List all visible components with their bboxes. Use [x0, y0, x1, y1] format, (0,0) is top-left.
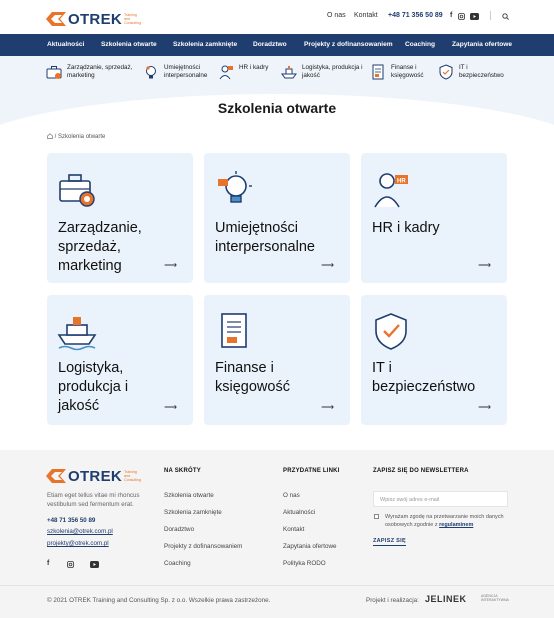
home-icon[interactable] [47, 133, 53, 139]
page-title: Szkolenia otwarte [217, 100, 337, 116]
topnav-phone[interactable]: +48 71 356 50 89 [388, 12, 443, 19]
subnav-item-umiejetnosci[interactable]: Umiejętności interpersonalne [143, 64, 214, 80]
card-title: Finanse i księgowość [215, 360, 290, 395]
footer-useful-link[interactable]: O nas [283, 492, 300, 499]
footer-useful-link[interactable]: Zapytania ofertowe [283, 543, 337, 550]
logo-subtitle: Training and Consulting [124, 470, 141, 482]
footer-useful-link[interactable]: Kontakt [283, 526, 304, 533]
logo-mark-icon [46, 12, 66, 26]
footer-shortcut-link[interactable]: Szkolenia otwarte [164, 492, 214, 499]
logo[interactable]: OTREK Training and Consulting [46, 10, 142, 28]
subnav-item-it[interactable]: IT i bezpieczeństwo [438, 64, 511, 80]
document-icon [372, 64, 384, 80]
nav-item-szkolenia-otwarte[interactable]: Szkolenia otwarte [101, 41, 157, 48]
arrow-right-icon: ⟶ [478, 402, 491, 412]
nav-item-projekty[interactable]: Projekty z dofinansowaniem [304, 41, 393, 48]
subnav-item-zarzadzanie[interactable]: Zarządzanie, sprzedaż, marketing [46, 64, 135, 80]
search-icon[interactable] [502, 13, 509, 20]
card-title: Umiejętności interpersonalne [215, 220, 315, 255]
card-finanse[interactable]: Finanse i księgowość ⟶ [204, 295, 350, 425]
footer-useful-link[interactable]: Polityka RODO [283, 560, 326, 567]
newsletter-heading: ZAPISZ SIĘ DO NEWSLETTERA [373, 468, 469, 474]
footer-divider [0, 585, 554, 586]
nav-item-zapytania[interactable]: Zapytania ofertowe [452, 41, 512, 48]
footer-shortcut-link[interactable]: Projekty z dofinansowaniem [164, 543, 242, 550]
nav-item-aktualnosci[interactable]: Aktualności [47, 41, 84, 48]
briefcase-icon [46, 66, 62, 79]
footer-shortcut-link[interactable]: Szkolenia zamknięte [164, 509, 222, 516]
footer-phone[interactable]: +48 71 356 50 89 [47, 517, 95, 524]
footer-shortcut-link[interactable]: Coaching [164, 560, 191, 567]
shield-icon [375, 313, 407, 350]
footer-logo[interactable]: OTREK Training and Consulting [46, 467, 142, 485]
card-hr[interactable]: HR HR i kadry ⟶ [361, 153, 507, 283]
facebook-icon[interactable]: f [47, 560, 49, 567]
arrow-right-icon: ⟶ [321, 260, 334, 270]
logo-text: OTREK [68, 10, 122, 28]
footer-email-szkolenia[interactable]: szkolenia@otrek.com.pl [47, 528, 113, 535]
logo-mark-icon [46, 469, 66, 483]
arrow-right-icon: ⟶ [321, 402, 334, 412]
subscribe-button[interactable]: ZAPISZ SIĘ [373, 538, 406, 546]
consent-link[interactable]: regulaminem [439, 522, 473, 528]
person-icon: HR [374, 173, 408, 208]
footer-email-projekty[interactable]: projekty@otrek.com.pl [47, 540, 109, 547]
card-title: IT i bezpieczeństwo [372, 360, 476, 395]
card-umiejetnosci[interactable]: Umiejętności interpersonalne ⟶ [204, 153, 350, 283]
facebook-icon[interactable]: f [450, 12, 452, 19]
shield-icon [439, 64, 453, 80]
subnav-item-logistyka[interactable]: Logistyka, produkcja i jakość [281, 64, 364, 80]
card-zarzadzanie[interactable]: Zarządzanie, sprzedaż, marketing ⟶ [47, 153, 193, 283]
nav-item-doradztwo[interactable]: Doradztwo [253, 41, 287, 48]
footer-about-text: Etiam eget tellus vitae mi rhoncus vesti… [47, 492, 140, 508]
arrow-right-icon: ⟶ [164, 260, 177, 270]
subnav-item-finanse[interactable]: Finanse i księgowość [370, 64, 431, 80]
nav-item-coaching[interactable]: Coaching [405, 41, 435, 48]
top-bar: OTREK Training and Consulting O nas Kont… [0, 0, 554, 34]
footer-shortcuts-heading: NA SKRÓTY [164, 468, 201, 474]
instagram-icon[interactable] [458, 13, 465, 20]
ship-icon [281, 66, 297, 79]
logo-subtitle: Training and Consulting [124, 13, 141, 25]
card-logistyka[interactable]: Logistyka, produkcja i jakość ⟶ [47, 295, 193, 425]
arrow-right-icon: ⟶ [164, 402, 177, 412]
topbar-divider [490, 11, 491, 20]
bulb-icon [218, 171, 252, 203]
consent-text: Wyrażam zgodę na przetwarzanie moich dan… [385, 514, 504, 528]
instagram-icon[interactable] [67, 561, 74, 568]
card-title: Logistyka, produkcja i jakość [58, 360, 129, 414]
logo-text: OTREK [68, 467, 122, 485]
card-title: HR i kadry [372, 220, 440, 236]
svg-text:HR: HR [397, 179, 406, 185]
card-it[interactable]: IT i bezpieczeństwo ⟶ [361, 295, 507, 425]
person-icon [219, 65, 233, 80]
subnav-item-hr[interactable]: HR i kadry [218, 64, 275, 80]
newsletter-email-input[interactable]: Wpisz swój adres e-mail [373, 491, 508, 507]
topnav-contact[interactable]: Kontakt [354, 12, 378, 19]
ship-icon [57, 317, 97, 351]
realization-label: Projekt i realizacja: [366, 597, 419, 604]
youtube-icon[interactable] [470, 13, 479, 20]
breadcrumb: / Szkolenia otwarte [47, 133, 105, 140]
document-icon [221, 313, 247, 348]
breadcrumb-current: / Szkolenia otwarte [54, 134, 106, 140]
footer-links-heading: PRZYDATNE LINKI [283, 468, 340, 474]
nav-item-szkolenia-zamkniete[interactable]: Szkolenia zamknięte [173, 41, 237, 48]
consent-checkbox[interactable] [374, 514, 379, 519]
agency-subtitle: AGENCJA INTERAKTYWNA [481, 594, 509, 602]
copyright: © 2021 OTREK Training and Consulting Sp.… [47, 597, 271, 604]
briefcase-icon [59, 174, 95, 207]
footer-shortcut-link[interactable]: Doradztwo [164, 526, 194, 533]
bulb-icon [146, 66, 156, 79]
main-nav: Aktualności Szkolenia otwarte Szkolenia … [0, 34, 554, 56]
footer-useful-link[interactable]: Aktualności [283, 509, 315, 516]
topnav-about[interactable]: O nas [327, 12, 346, 19]
arrow-right-icon: ⟶ [478, 260, 491, 270]
agency-logo[interactable]: JELINEK [425, 594, 467, 604]
youtube-icon[interactable] [90, 561, 99, 568]
